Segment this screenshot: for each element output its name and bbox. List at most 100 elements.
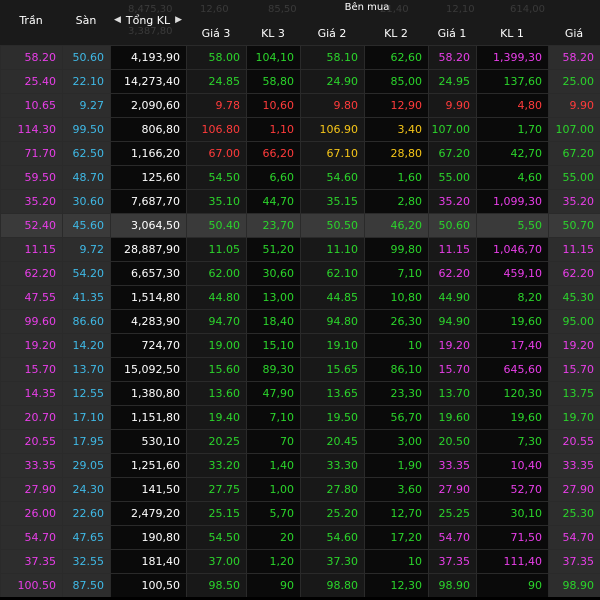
cell-k1[interactable]: 4,60 (476, 166, 548, 189)
table-row[interactable]: 10.65 9.27 2,090,60 9.78 10,60 9.80 12,90 9.90 4… (0, 93, 600, 117)
cell-g3[interactable]: 98.50 (186, 574, 246, 597)
cell-g3[interactable]: 33.20 (186, 454, 246, 477)
cell-k3[interactable]: 44,70 (246, 190, 300, 213)
cell-g1[interactable]: 27.90 (428, 478, 476, 501)
cell-k1[interactable]: 71,50 (476, 526, 548, 549)
cell-tran[interactable]: 26.00 (0, 502, 62, 525)
cell-g2[interactable]: 54.60 (300, 166, 364, 189)
cell-tran[interactable]: 100.50 (0, 574, 62, 597)
cell-g1[interactable]: 37.35 (428, 550, 476, 573)
cell-san[interactable]: 13.70 (62, 358, 110, 381)
cell-k3[interactable]: 66,20 (246, 142, 300, 165)
cell-k1[interactable]: 111,40 (476, 550, 548, 573)
cell-tong[interactable]: 2,090,60 (110, 94, 186, 117)
cell-g2[interactable]: 62.10 (300, 262, 364, 285)
cell-g1[interactable]: 24.95 (428, 70, 476, 93)
cell-k3[interactable]: 20 (246, 526, 300, 549)
cell-g[interactable]: 15.70 (548, 358, 600, 381)
cell-san[interactable]: 9.72 (62, 238, 110, 261)
cell-g[interactable]: 107.00 (548, 118, 600, 141)
table-row[interactable]: 27.90 24.30 141,50 27.75 1,00 27.80 3,60 27.90 5… (0, 477, 600, 501)
cell-tong[interactable]: 724,70 (110, 334, 186, 357)
cell-k2[interactable]: 12,30 (364, 574, 428, 597)
table-row[interactable]: 20.55 17.95 530,10 20.25 70 20.45 3,00 20.50 7,3… (0, 429, 600, 453)
table-row[interactable]: 35.20 30.60 7,687,70 35.10 44,70 35.15 2,80 35.… (0, 189, 600, 213)
cell-g2[interactable]: 44.85 (300, 286, 364, 309)
table-row[interactable]: 99.60 86.60 4,283,90 94.70 18,40 94.80 26,30 94… (0, 309, 600, 333)
table-row[interactable]: 25.40 22.10 14,273,40 24.85 58,80 24.90 85,00 2… (0, 69, 600, 93)
cell-k1[interactable]: 120,30 (476, 382, 548, 405)
cell-san[interactable]: 14.20 (62, 334, 110, 357)
chevron-left-icon[interactable]: ◀ (114, 15, 121, 25)
cell-g2[interactable]: 24.90 (300, 70, 364, 93)
cell-tran[interactable]: 14.35 (0, 382, 62, 405)
cell-g3[interactable]: 9.78 (186, 94, 246, 117)
cell-g[interactable]: 35.20 (548, 190, 600, 213)
cell-tong[interactable]: 530,10 (110, 430, 186, 453)
cell-g3[interactable]: 37.00 (186, 550, 246, 573)
cell-tong[interactable]: 4,283,90 (110, 310, 186, 333)
cell-k1[interactable]: 52,70 (476, 478, 548, 501)
table-row[interactable]: 114.30 99.50 806,80 106.80 1,10 106.90 3,40 107… (0, 117, 600, 141)
cell-tong[interactable]: 125,60 (110, 166, 186, 189)
cell-g1[interactable]: 50.60 (428, 214, 476, 237)
cell-k3[interactable]: 90 (246, 574, 300, 597)
cell-tong[interactable]: 15,092,50 (110, 358, 186, 381)
cell-san[interactable]: 12.55 (62, 382, 110, 405)
cell-g3[interactable]: 13.60 (186, 382, 246, 405)
col-header-kl1[interactable]: KL 1 (476, 22, 548, 44)
cell-k1[interactable]: 459,10 (476, 262, 548, 285)
cell-k2[interactable]: 86,10 (364, 358, 428, 381)
cell-g1[interactable]: 35.20 (428, 190, 476, 213)
cell-g2[interactable]: 54.60 (300, 526, 364, 549)
cell-g1[interactable]: 55.00 (428, 166, 476, 189)
col-header-kl2[interactable]: KL 2 (364, 22, 428, 44)
cell-k1[interactable]: 137,60 (476, 70, 548, 93)
cell-k1[interactable]: 1,099,30 (476, 190, 548, 213)
cell-tran[interactable]: 35.20 (0, 190, 62, 213)
cell-san[interactable]: 99.50 (62, 118, 110, 141)
cell-k3[interactable]: 51,20 (246, 238, 300, 261)
cell-g[interactable]: 13.75 (548, 382, 600, 405)
cell-k3[interactable]: 23,70 (246, 214, 300, 237)
cell-tong[interactable]: 190,80 (110, 526, 186, 549)
cell-k1[interactable]: 10,40 (476, 454, 548, 477)
col-header-kl3[interactable]: KL 3 (246, 22, 300, 44)
cell-san[interactable]: 22.60 (62, 502, 110, 525)
cell-k2[interactable]: 46,20 (364, 214, 428, 237)
cell-k3[interactable]: 1,10 (246, 118, 300, 141)
cell-k2[interactable]: 10,80 (364, 286, 428, 309)
cell-tong[interactable]: 4,193,90 (110, 46, 186, 69)
cell-tran[interactable]: 62.20 (0, 262, 62, 285)
cell-k1[interactable]: 19,60 (476, 406, 548, 429)
cell-k2[interactable]: 56,70 (364, 406, 428, 429)
cell-k1[interactable]: 42,70 (476, 142, 548, 165)
cell-g3[interactable]: 106.80 (186, 118, 246, 141)
cell-san[interactable]: 87.50 (62, 574, 110, 597)
cell-g[interactable]: 20.55 (548, 430, 600, 453)
cell-g1[interactable]: 107.00 (428, 118, 476, 141)
table-row[interactable]: 100.50 87.50 100,50 98.50 90 98.80 12,30 98.90 9… (0, 573, 600, 597)
table-row[interactable]: 26.00 22.60 2,479,20 25.15 5,70 25.20 12,70 25.… (0, 501, 600, 525)
chevron-right-icon[interactable]: ▶ (175, 15, 182, 25)
cell-tran[interactable]: 33.35 (0, 454, 62, 477)
cell-tran[interactable]: 54.70 (0, 526, 62, 549)
cell-g2[interactable]: 13.65 (300, 382, 364, 405)
cell-g1[interactable]: 15.70 (428, 358, 476, 381)
cell-g3[interactable]: 54.50 (186, 526, 246, 549)
cell-k3[interactable]: 1,00 (246, 478, 300, 501)
cell-g[interactable]: 11.15 (548, 238, 600, 261)
cell-g1[interactable]: 25.25 (428, 502, 476, 525)
cell-san[interactable]: 9.27 (62, 94, 110, 117)
cell-tran[interactable]: 15.70 (0, 358, 62, 381)
cell-g2[interactable]: 20.45 (300, 430, 364, 453)
cell-san[interactable]: 54.20 (62, 262, 110, 285)
table-row[interactable]: 20.70 17.10 1,151,80 19.40 7,10 19.50 56,70 19.… (0, 405, 600, 429)
cell-g1[interactable]: 98.90 (428, 574, 476, 597)
table-row[interactable]: 62.20 54.20 6,657,30 62.00 30,60 62.10 7,10 62.… (0, 261, 600, 285)
cell-k3[interactable]: 104,10 (246, 46, 300, 69)
col-header-gia3[interactable]: Giá 3 (186, 22, 246, 44)
col-header-gia2[interactable]: Giá 2 (300, 22, 364, 44)
cell-g3[interactable]: 50.40 (186, 214, 246, 237)
cell-g2[interactable]: 25.20 (300, 502, 364, 525)
